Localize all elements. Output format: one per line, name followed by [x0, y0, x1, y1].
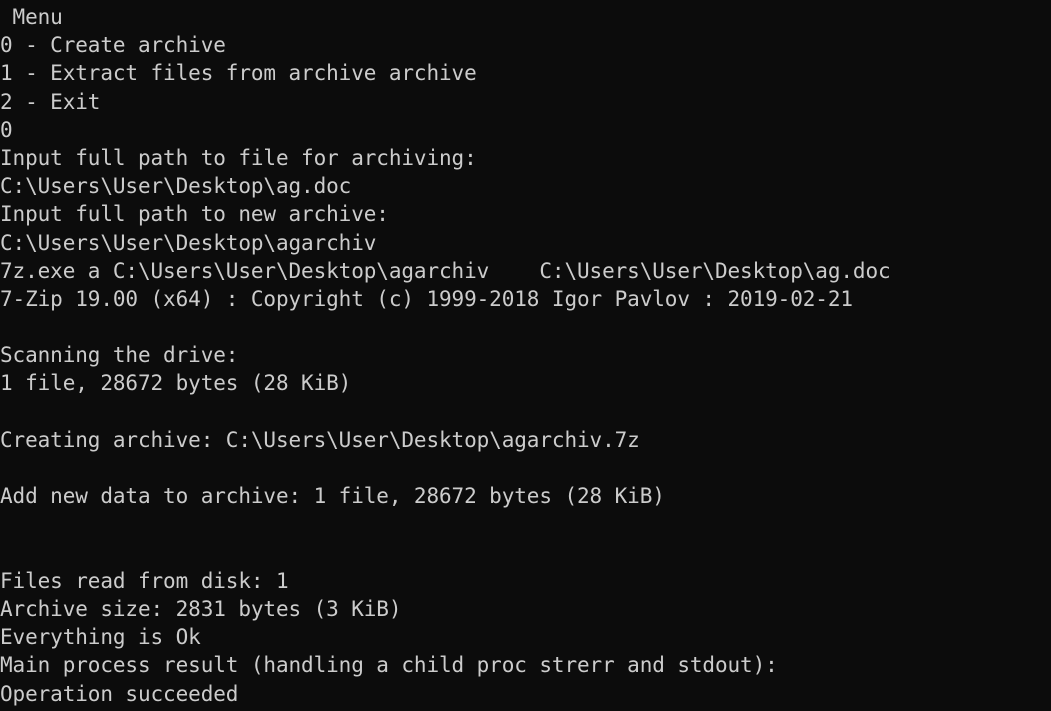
console-line: 2 - Exit — [0, 89, 101, 114]
console-line: Scanning the drive: — [0, 343, 239, 368]
console-line: Files read from disk: 1 — [0, 568, 289, 593]
console-line: Everything is Ok — [0, 625, 201, 650]
console-line: 7-Zip 19.00 (x64) : Copyright (c) 1999-2… — [0, 286, 853, 311]
console-line: C:\Users\User\Desktop\agarchiv — [0, 230, 377, 255]
console-line: Input full path to file for archiving: — [0, 145, 477, 170]
console-line: Main process result (handling a child pr… — [0, 653, 778, 678]
console-line: 1 file, 28672 bytes (28 KiB) — [0, 371, 352, 396]
console-line: Archive size: 2831 bytes (3 KiB) — [0, 596, 402, 621]
console-line: 7z.exe a C:\Users\User\Desktop\agarchiv … — [0, 258, 891, 283]
console-line: Add new data to archive: 1 file, 28672 b… — [0, 484, 665, 509]
console-line: 0 — [0, 117, 13, 142]
console-line: 0 - Create archive — [0, 33, 226, 58]
console-line: Operation succeeded — [0, 681, 239, 706]
console-window[interactable]: Menu 0 - Create archive 1 - Extract file… — [0, 0, 1051, 711]
console-line: C:\Users\User\Desktop\ag.doc — [0, 174, 352, 199]
console-line: Creating archive: C:\Users\User\Desktop\… — [0, 427, 640, 452]
console-line: 1 - Extract files from archive archive — [0, 61, 477, 86]
console-line: Input full path to new archive: — [0, 202, 389, 227]
console-line: Menu — [0, 5, 63, 29]
